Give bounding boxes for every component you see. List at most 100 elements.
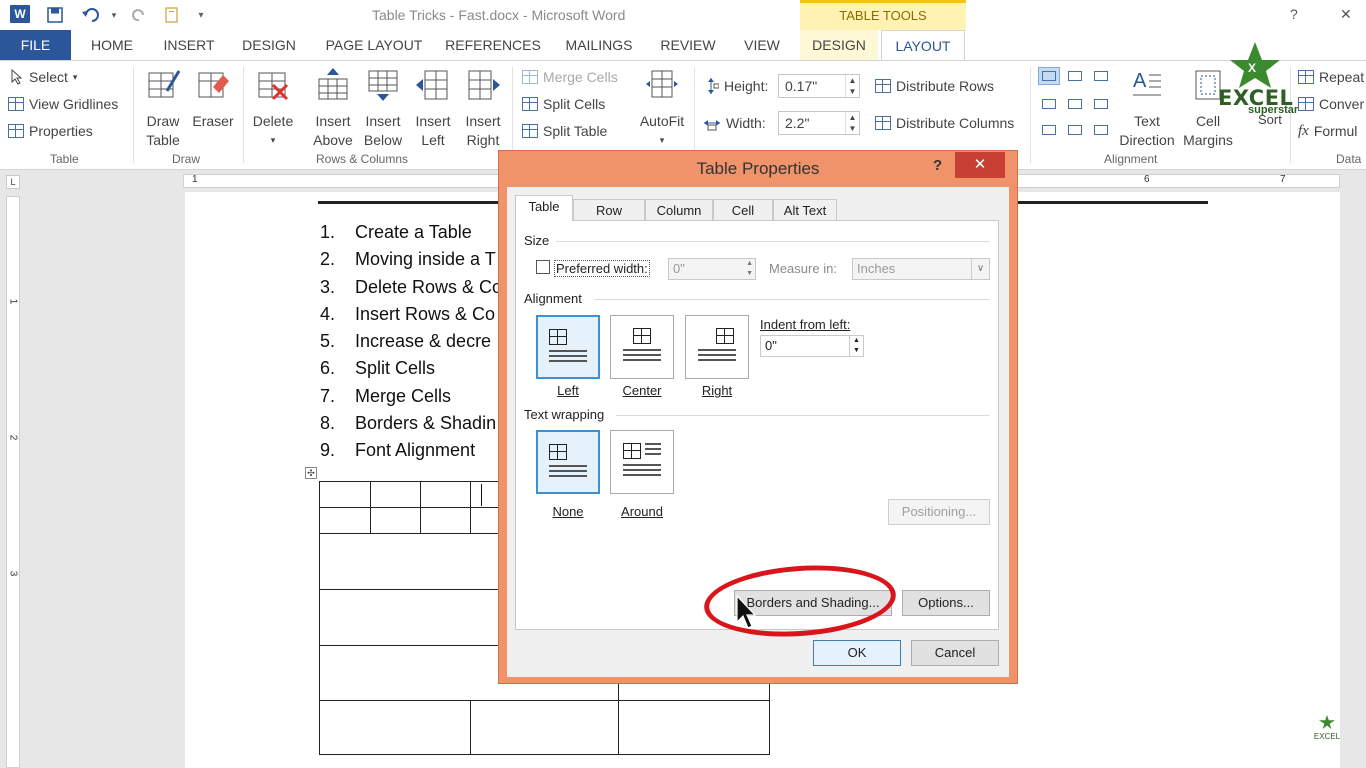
list-item[interactable]: 6. Split Cells [320,355,502,382]
group-separator [133,67,134,163]
tab-cell[interactable]: Cell [713,199,773,221]
draw-table-button[interactable]: Draw Table [140,67,186,150]
undo-dropdown-icon[interactable]: ▾ [103,4,125,26]
cancel-button[interactable]: Cancel [911,640,999,666]
customize-qat-icon[interactable]: ▾ [190,4,212,26]
width-spinner-icon[interactable]: ▲ ▼ [845,112,859,134]
list-item[interactable]: 9. Font Alignment [320,437,502,464]
repeat-header-rows-button[interactable]: Repeat [1298,66,1364,88]
insert-left-icon [416,70,448,100]
wrap-none-option[interactable] [536,430,600,494]
tab-references[interactable]: REFERENCES [444,30,542,60]
window-help-icon[interactable]: ? [1290,6,1298,22]
align-top-left-button[interactable] [1038,67,1060,85]
list-item[interactable]: 2. Moving inside a T [320,246,502,273]
vertical-ruler[interactable] [6,196,20,768]
align-center-left-button[interactable] [1038,95,1060,113]
measure-in-select[interactable]: Inches ∨ [852,258,990,280]
height-spinner-icon[interactable]: ▲ ▼ [845,75,859,97]
preferred-width-spinner-icon[interactable]: ▲ ▼ [746,259,753,279]
indent-from-left-label: Indent from left: [760,317,851,332]
align-bottom-left-button[interactable] [1038,121,1060,139]
split-table-button[interactable]: Split Table [522,120,607,142]
list-item[interactable]: 1. Create a Table [320,219,502,246]
properties-button[interactable]: Properties [8,120,93,142]
align-right-option[interactable] [685,315,749,379]
eraser-button[interactable]: Eraser [190,67,236,131]
options-button[interactable]: Options... [902,590,990,616]
gridlines-icon [8,97,24,111]
tab-column[interactable]: Column [645,199,713,221]
list-item[interactable]: 5. Increase & decre [320,328,502,355]
align-left-option[interactable] [536,315,600,379]
indent-spinner-icon[interactable]: ▲ ▼ [849,336,863,356]
align-center-button[interactable] [1064,95,1086,113]
tab-row[interactable]: Row [573,199,645,221]
view-gridlines-button[interactable]: View Gridlines [8,93,118,115]
split-cells-button[interactable]: Split Cells [522,93,605,115]
group-separator [243,67,244,163]
insert-right-button[interactable]: Insert Right [460,67,506,150]
select-button[interactable]: Select ▾ [10,66,77,88]
insert-above-button[interactable]: Insert Above [310,67,356,150]
distribute-columns-button[interactable]: Distribute Columns [875,112,1014,134]
mouse-cursor-icon [736,595,757,629]
distribute-rows-button[interactable]: Distribute Rows [875,75,994,97]
align-bottom-center-button[interactable] [1064,121,1086,139]
align-bottom-right-button[interactable] [1090,121,1112,139]
ok-button[interactable]: OK [813,640,901,666]
ruler-mark: 6 [1144,174,1150,185]
tab-design[interactable]: DESIGN [236,30,302,60]
wrap-around-option[interactable] [610,430,674,494]
list-item[interactable]: 7. Merge Cells [320,383,502,410]
align-center-right-button[interactable] [1090,95,1112,113]
tab-table-layout[interactable]: LAYOUT [881,30,965,60]
delete-button[interactable]: Delete ▾ [250,67,296,150]
align-top-center-button[interactable] [1064,67,1086,85]
preferred-width-checkbox[interactable] [536,260,550,274]
list-item[interactable]: 4. Insert Rows & Co [320,301,502,328]
table-tab-panel: Size Preferred width: 0" ▲ ▼ Measure in: … [515,220,999,630]
align-top-right-button[interactable] [1090,67,1112,85]
undo-icon[interactable] [80,4,102,26]
formula-button[interactable]: fx Formul [1298,120,1357,142]
width-input[interactable]: 2.2" ▲ ▼ [778,111,860,135]
merge-cells-button[interactable]: Merge Cells [522,66,618,88]
align-center-option[interactable] [610,315,674,379]
new-document-icon[interactable] [161,4,183,26]
tab-selector[interactable]: L [6,175,20,189]
tab-file[interactable]: FILE [0,30,71,60]
tab-view[interactable]: VIEW [736,30,788,60]
dialog-help-icon[interactable]: ? [933,157,942,174]
tab-insert[interactable]: INSERT [158,30,220,60]
convert-to-text-button[interactable]: Conver [1298,93,1364,115]
dialog-close-button[interactable]: ✕ [955,152,1005,178]
alignment-section-label: Alignment [524,291,582,306]
preferred-width-input[interactable]: 0" ▲ ▼ [668,258,756,280]
save-icon[interactable] [44,4,66,26]
list-item[interactable]: 3. Delete Rows & Co [320,274,502,301]
indent-from-left-input[interactable]: 0" ▲ ▼ [760,335,864,357]
window-close-icon[interactable]: ✕ [1340,6,1352,23]
redo-icon[interactable] [128,4,150,26]
group-label-draw: Draw [172,152,201,166]
table-move-handle-icon[interactable]: ✣ [305,467,317,479]
positioning-button[interactable]: Positioning... [888,499,990,525]
tab-mailings[interactable]: MAILINGS [556,30,642,60]
tab-home[interactable]: HOME [82,30,142,60]
row-height-icon [708,78,719,94]
tab-table-design[interactable]: DESIGN [800,30,878,60]
height-input[interactable]: 0.17" ▲ ▼ [778,74,860,98]
tab-table[interactable]: Table [515,195,573,221]
text-direction-button[interactable]: A Text Direction [1116,67,1178,150]
table-tools-context-band: TABLE TOOLS [800,0,966,30]
insert-left-button[interactable]: Insert Left [410,67,456,150]
ruler-mark: 1 [192,174,198,185]
tab-alt-text[interactable]: Alt Text [773,199,837,221]
tab-page-layout[interactable]: PAGE LAYOUT [318,30,430,60]
word-app-icon[interactable]: W [10,5,30,23]
insert-below-button[interactable]: Insert Below [360,67,406,150]
tab-review[interactable]: REVIEW [656,30,720,60]
list-item[interactable]: 8. Borders & Shadin [320,410,502,437]
autofit-button[interactable]: AutoFit ▾ [636,67,688,150]
